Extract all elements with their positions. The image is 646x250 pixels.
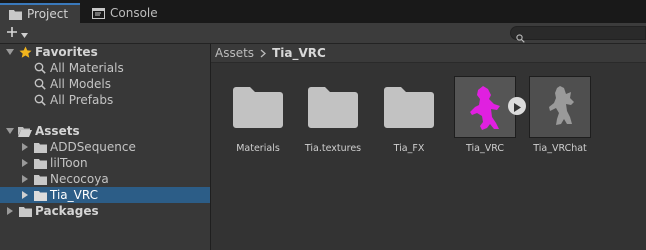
search-icon [33, 93, 47, 107]
tree-item-all-materials[interactable]: All Materials [0, 60, 243, 76]
asset-label: Tia.textures [304, 143, 362, 154]
folder-icon [9, 9, 22, 20]
tree-favorites[interactable]: Favorites [0, 44, 215, 60]
tree-item-addsequence[interactable]: ADDSequence [0, 139, 230, 155]
breadcrumb-assets[interactable]: Assets [215, 46, 254, 60]
tree-packages[interactable]: Packages [0, 203, 215, 219]
play-icon [513, 97, 521, 116]
collapse-arrow-icon[interactable] [20, 191, 30, 199]
expand-arrow-icon[interactable] [5, 49, 15, 55]
asset-tile-tia-fx[interactable]: Tia_FX [371, 76, 447, 154]
tree-label: All Prefabs [50, 93, 114, 107]
tree-assets[interactable]: Assets [0, 123, 215, 139]
tree-item-necocoya[interactable]: Necocoya [0, 171, 230, 187]
create-button[interactable] [6, 24, 36, 41]
tab-console-label: Console [110, 6, 158, 20]
tree-label: Necocoya [50, 172, 109, 186]
collapse-arrow-icon[interactable] [20, 175, 30, 183]
console-icon [92, 7, 105, 19]
model-thumbnail [529, 76, 591, 138]
tree-item-all-models[interactable]: All Models [0, 76, 243, 92]
tree-label: Assets [35, 124, 80, 138]
breadcrumb-current[interactable]: Tia_VRC [272, 46, 326, 60]
folder-icon [227, 76, 289, 138]
chevron-right-icon [260, 49, 267, 58]
expand-arrow-icon[interactable] [5, 128, 15, 134]
folder-icon [378, 76, 440, 138]
collapse-arrow-icon[interactable] [20, 159, 30, 167]
search-icon [33, 61, 47, 75]
folder-icon [302, 76, 364, 138]
tree-label: All Models [50, 77, 111, 91]
collapse-arrow-icon[interactable] [20, 143, 30, 151]
tree-label: ADDSequence [50, 140, 136, 154]
asset-label: Tia_FX [393, 143, 425, 154]
plus-icon [6, 23, 18, 42]
tree-label: Favorites [35, 45, 98, 59]
caret-down-icon [21, 23, 28, 42]
tree-item-all-prefabs[interactable]: All Prefabs [0, 92, 243, 108]
asset-tile-tia-vrchat[interactable]: Tia_VRChat [522, 76, 598, 154]
folder-icon [33, 188, 47, 202]
asset-tile-tia-textures[interactable]: Tia.textures [295, 76, 371, 154]
expand-prefab-button[interactable] [508, 97, 526, 115]
asset-tile-materials[interactable]: Materials [220, 76, 296, 154]
folder-icon [33, 156, 47, 170]
folder-open-icon [18, 124, 32, 138]
tree-item-liltoon[interactable]: lilToon [0, 155, 230, 171]
folder-icon [33, 172, 47, 186]
asset-browser-panel: Assets Tia_VRC Materials Tia.textures Ti… [211, 44, 646, 250]
tree-label: Packages [35, 204, 99, 218]
star-icon [18, 45, 32, 59]
asset-label: Tia_VRC [466, 143, 504, 154]
project-toolbar [0, 23, 646, 44]
avatar-model-icon [549, 86, 574, 125]
search-icon [33, 77, 47, 91]
model-thumbnail [454, 76, 516, 138]
folder-icon [33, 140, 47, 154]
tab-console[interactable]: Console [88, 3, 172, 23]
asset-tile-tia-vrc[interactable]: Tia_VRC [447, 76, 523, 154]
tree-label: Tia_VRC [50, 188, 98, 202]
tree-label: All Materials [50, 61, 124, 75]
folder-icon [18, 204, 32, 218]
search-input[interactable] [510, 26, 646, 43]
tree-item-tia-vrc[interactable]: Tia_VRC [0, 187, 230, 203]
collapse-arrow-icon[interactable] [5, 207, 15, 215]
tab-project[interactable]: Project [0, 3, 80, 23]
tab-project-label: Project [27, 7, 69, 21]
project-tree-panel: Favorites All Materials All Models All P… [0, 44, 230, 250]
window-tab-bar: Project Console [0, 0, 646, 23]
asset-label: Tia_VRChat [533, 143, 587, 154]
tree-label: lilToon [50, 156, 88, 170]
breadcrumb: Assets Tia_VRC [211, 44, 646, 63]
avatar-model-icon [470, 86, 500, 130]
asset-label: Materials [236, 143, 280, 154]
